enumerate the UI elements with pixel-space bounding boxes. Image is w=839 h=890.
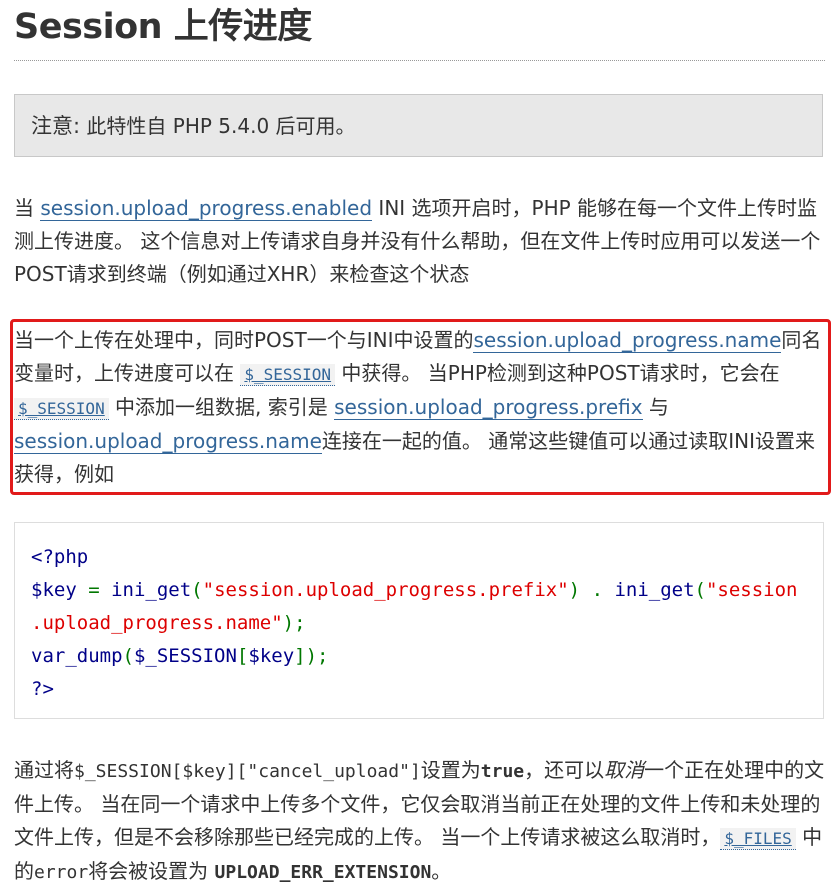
code-line2-var: $key: [31, 579, 77, 601]
para2-text-4: 中添加一组数据, 索引是: [108, 395, 335, 419]
paragraph-cancel-upload: 通过将$_SESSION[$key]["cancel_upload"]设置为tr…: [14, 754, 825, 889]
para3-text-3: ，还可以: [524, 758, 605, 782]
bold-true: true: [480, 761, 525, 782]
code-error: error: [34, 862, 89, 883]
para3-text-2: 设置为: [420, 758, 481, 782]
link-upload-progress-name-2[interactable]: session.upload_progress.name: [14, 429, 322, 454]
em-cancel: 取消: [604, 758, 645, 782]
code-line2-paren3: (: [694, 579, 706, 601]
code-example: <?php $key = ini_get("session.upload_pro…: [14, 522, 824, 719]
code-line4-var1: $_SESSION: [133, 645, 237, 667]
link-upload-progress-name[interactable]: session.upload_progress.name: [473, 328, 782, 353]
para3-text-6: 将会被设置为: [88, 859, 215, 883]
code-line2-str2a: "session: [705, 579, 798, 601]
code-line2-eq: =: [76, 579, 112, 601]
code-line2-paren2: ): [568, 579, 581, 601]
note-label: 注意:: [31, 114, 81, 138]
code-line3-str2b: .upload_progress.name": [31, 612, 283, 634]
link-session-variable-2[interactable]: $_SESSION: [14, 398, 109, 420]
code-line4-p1: (: [122, 645, 134, 667]
note-box: 注意: 此特性自 PHP 5.4.0 后可用。: [14, 94, 823, 157]
para2-text-1: 当一个上传在处理中，同时POST一个与INI中设置的: [14, 328, 474, 352]
code-line2-fn1: ini_get: [111, 579, 192, 601]
para2-text-5: 与: [642, 395, 669, 419]
note-text: 此特性自 PHP 5.4.0 后可用。: [80, 114, 356, 138]
link-session-variable[interactable]: $_SESSION: [240, 364, 336, 386]
code-line4-p2: [: [236, 645, 249, 667]
link-upload-progress-prefix[interactable]: session.upload_progress.prefix: [334, 395, 643, 420]
para2-text-3: 中获得。 当PHP检测到这种POST请求时，它会在: [335, 361, 780, 385]
code-cancel-upload: $_SESSION[$key]["cancel_upload"]: [74, 761, 421, 782]
code-line2-paren1: (: [191, 579, 203, 601]
link-upload-progress-enabled[interactable]: session.upload_progress.enabled: [40, 196, 373, 221]
para3-text-7: 。: [431, 859, 452, 883]
title-divider: [14, 60, 825, 61]
code-close-tag: ?>: [31, 678, 54, 700]
para1-text-1: 当: [14, 196, 41, 220]
code-line2-fn2: ini_get: [614, 579, 695, 601]
code-line2-dot: .: [580, 579, 615, 601]
para3-text-1: 通过将: [14, 758, 74, 782]
code-line4-var2: $key: [248, 645, 295, 667]
paragraph-enabled-option: 当 session.upload_progress.enabled INI 选项…: [14, 192, 825, 291]
code-line3-paren: );: [282, 612, 306, 634]
code-open-tag: <?php: [31, 546, 89, 568]
code-line4-fn: var_dump: [31, 645, 123, 667]
paragraph-session-progress: 当一个上传在处理中，同时POST一个与INI中设置的session.upload…: [14, 324, 825, 491]
code-line2-str1: "session.upload_progress.prefix": [202, 579, 569, 601]
code-line4-p3: ]);: [294, 645, 329, 667]
page-title: Session 上传进度: [14, 7, 312, 47]
bold-upload-err-extension: UPLOAD_ERR_EXTENSION: [214, 862, 432, 883]
link-files-variable[interactable]: $_FILES: [720, 828, 796, 850]
